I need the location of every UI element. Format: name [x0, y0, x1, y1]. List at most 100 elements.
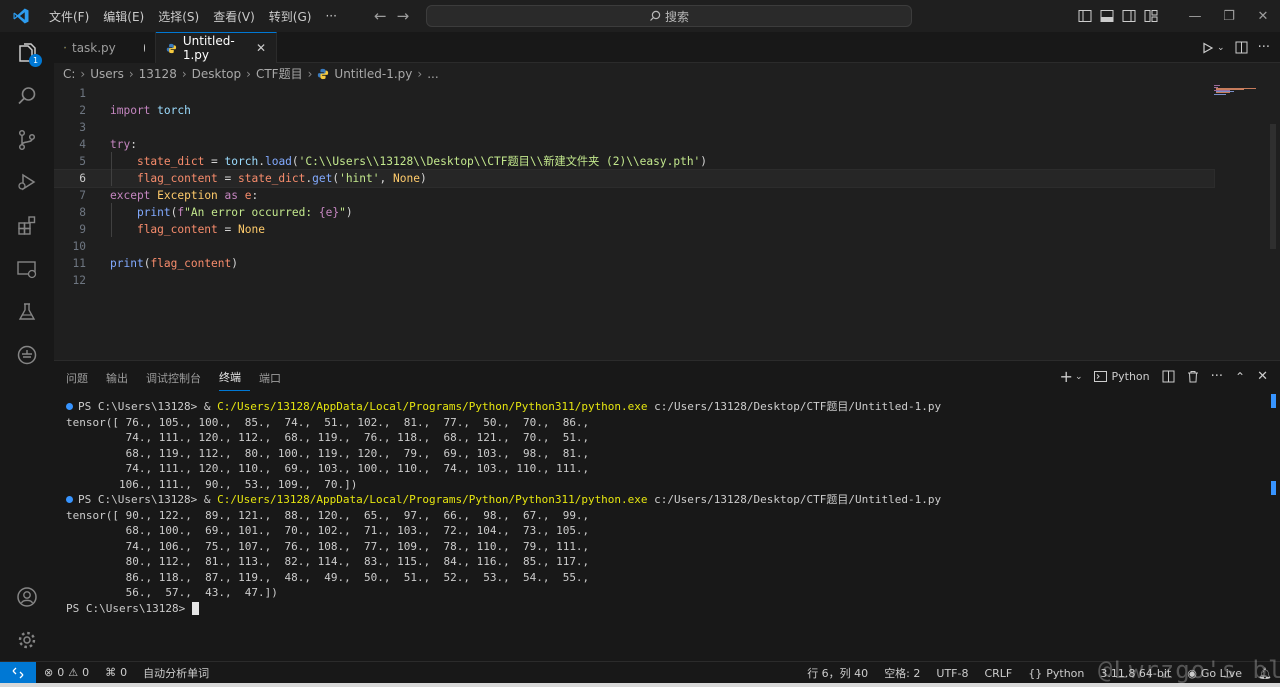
chevron-right-icon: › [417, 66, 423, 81]
analysis-status[interactable]: 自动分析单词 [135, 665, 217, 681]
minimize-button[interactable]: — [1178, 0, 1212, 32]
breadcrumb-desktop[interactable]: Desktop [192, 67, 242, 81]
tab-ports[interactable]: 端口 [259, 369, 290, 391]
close-panel-icon[interactable]: ✕ [1257, 369, 1268, 384]
code-token: : [130, 138, 137, 151]
code-token: flag_content [136, 223, 218, 236]
encoding-status[interactable]: UTF-8 [928, 667, 976, 680]
source-control-icon[interactable] [0, 118, 54, 162]
code-line[interactable]: 11 print(flag_content) [54, 255, 1214, 272]
minimap[interactable] [1212, 84, 1266, 104]
code-token: , [379, 172, 393, 185]
terminal-profile-label: Python [1111, 370, 1150, 383]
tab-output[interactable]: 输出 [106, 369, 137, 391]
terminal-scroll-marker [1271, 481, 1276, 495]
breadcrumb: C: › Users › 13128 › Desktop › CTF题目 › Untitl… [54, 63, 1280, 84]
forward-arrow-icon[interactable]: → [397, 7, 410, 25]
toggle-panel-icon[interactable] [1096, 0, 1118, 32]
toggle-primary-sidebar-icon[interactable] [1074, 0, 1096, 32]
problems-status[interactable]: ⊗ 0 ⚠ 0 [36, 666, 97, 679]
indent-guide [111, 203, 112, 237]
indentation-status[interactable]: 空格: 2 [876, 665, 928, 681]
menu-selection[interactable]: 选择(S) [151, 8, 206, 25]
terminal-output[interactable]: PS C:\Users\13128> & C:/Users/13128/AppD… [54, 399, 1264, 659]
language-mode[interactable]: {} Python [1020, 667, 1092, 680]
tab-untitled-1-py[interactable]: Untitled-1.py ✕ [156, 32, 277, 63]
customize-layout-icon[interactable] [1140, 0, 1162, 32]
menu-edit[interactable]: 编辑(E) [96, 8, 151, 25]
breadcrumb-folder[interactable]: CTF题目 [256, 65, 303, 82]
title-bar-controls: — ❐ ✕ [1074, 0, 1280, 32]
chevron-down-icon[interactable]: ⌄ [1075, 372, 1083, 382]
remote-indicator-icon[interactable] [0, 661, 36, 684]
code-line[interactable]: 10 [54, 238, 1214, 255]
command-center-search[interactable]: 搜索 [426, 5, 912, 27]
code-text: print(f"An error occurred: {e}") [110, 204, 353, 221]
breadcrumb-user[interactable]: 13128 [139, 67, 177, 81]
terminal-profile[interactable]: Python [1094, 370, 1150, 383]
extensions-icon[interactable] [0, 203, 54, 247]
code-line[interactable]: 7 except Exception as e: [54, 187, 1214, 204]
code-text: except Exception as e: [110, 187, 258, 204]
run-python-file-icon[interactable]: ⌄ [1202, 41, 1225, 54]
trash-icon[interactable] [1187, 370, 1199, 383]
testing-icon[interactable] [0, 290, 54, 334]
terminal-line: 80., 112., 81., 113., 82., 114., 83., 11… [66, 555, 590, 568]
code-line[interactable]: 3 [54, 119, 1214, 136]
menu-file[interactable]: 文件(F) [42, 8, 96, 25]
breadcrumb-users[interactable]: Users [90, 67, 124, 81]
code-line[interactable]: 9 flag_content = None [54, 221, 1214, 238]
code-line[interactable]: 2 import torch [54, 102, 1214, 119]
eol-status[interactable]: CRLF [976, 667, 1020, 680]
editor-scrollbar[interactable] [1270, 124, 1276, 249]
breadcrumb-file[interactable]: Untitled-1.py [334, 67, 412, 81]
back-arrow-icon[interactable]: ← [374, 7, 387, 25]
restore-button[interactable]: ❐ [1212, 0, 1246, 32]
command-decoration-icon[interactable] [66, 495, 73, 503]
more-actions-icon[interactable]: ··· [1258, 40, 1270, 55]
more-actions-icon[interactable]: ··· [1211, 369, 1223, 384]
command-decoration-icon[interactable] [66, 402, 73, 410]
menu-go[interactable]: 转到(G) [262, 8, 319, 25]
split-terminal-icon[interactable] [1162, 370, 1175, 383]
tab-task-py[interactable]: task.py [54, 32, 156, 63]
code-line[interactable]: 1 [54, 85, 1214, 102]
breadcrumb-drive[interactable]: C: [63, 67, 75, 81]
run-debug-icon[interactable] [0, 160, 54, 204]
menu-view[interactable]: 查看(V) [206, 8, 262, 25]
close-tab-icon[interactable]: ✕ [256, 41, 266, 55]
python-file-icon [64, 46, 66, 49]
settings-gear-icon[interactable] [0, 618, 54, 662]
code-line[interactable]: 4 try: [54, 136, 1214, 153]
code-line[interactable]: 8 print(f"An error occurred: {e}") [54, 204, 1214, 221]
unsaved-dot-icon[interactable] [143, 43, 145, 52]
explorer-icon[interactable]: 1 [0, 32, 54, 76]
menu-bar: 文件(F) 编辑(E) 选择(S) 查看(V) 转到(G) ··· [42, 0, 344, 32]
code-token: load [264, 155, 292, 168]
new-terminal-icon[interactable]: + [1060, 367, 1073, 386]
remote-explorer-icon[interactable] [0, 247, 54, 291]
maximize-panel-icon[interactable]: ⌃ [1235, 370, 1245, 384]
toggle-secondary-sidebar-icon[interactable] [1118, 0, 1140, 32]
tab-problems[interactable]: 问题 [66, 369, 97, 391]
python-exe-path: C:/Users/13128/AppData/Local/Programs/Py… [217, 400, 648, 413]
code-line[interactable]: 12 [54, 272, 1214, 289]
code-line[interactable]: 5 state_dict = torch.load('C:\\Users\\13… [54, 153, 1214, 170]
code-token: state_dict [238, 172, 306, 185]
cursor-position[interactable]: 行 6，列 40 [799, 665, 876, 681]
ports-status[interactable]: ⌘ 0 [97, 666, 135, 679]
tab-debug-console[interactable]: 调试控制台 [146, 369, 210, 391]
menu-more[interactable]: ··· [318, 9, 343, 23]
breadcrumb-symbol[interactable]: ... [427, 67, 438, 81]
accounts-icon[interactable] [0, 575, 54, 619]
search-view-icon[interactable] [0, 74, 54, 118]
code-token: 'hint' [339, 172, 380, 185]
code-line[interactable]: 6 flag_content = state_dict.get('hint', … [54, 169, 1215, 188]
split-editor-icon[interactable] [1235, 41, 1248, 54]
close-window-button[interactable]: ✕ [1246, 0, 1280, 32]
code-editor[interactable]: 1 2 import torch 3 4 try: 5 state_dict = torch… [54, 84, 1280, 360]
copilot-icon[interactable] [0, 333, 54, 377]
tab-terminal[interactable]: 终端 [219, 369, 250, 391]
